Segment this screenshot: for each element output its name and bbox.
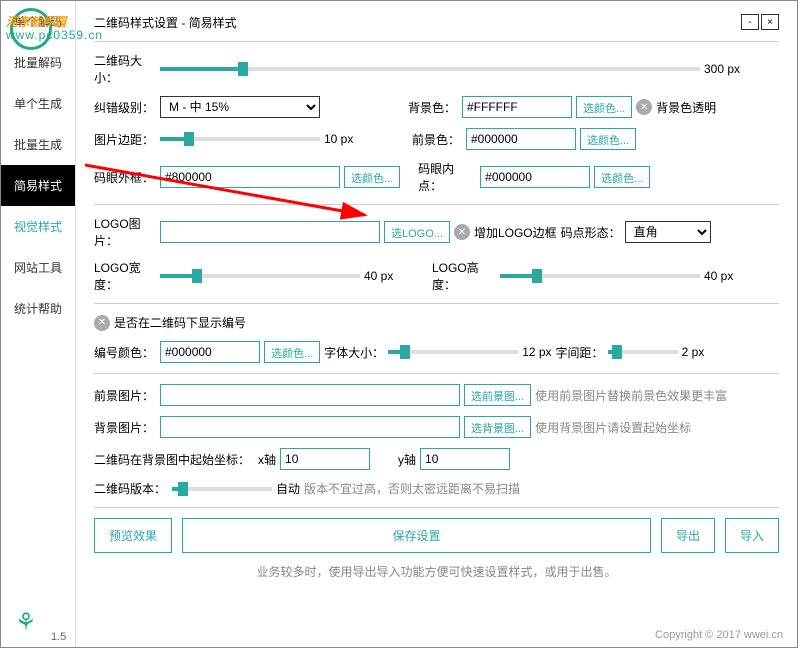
import-button[interactable]: 导入: [725, 518, 779, 553]
qrver-note: 版本不宜过高，否则太密远距离不易扫描: [304, 480, 520, 497]
coord-label: 二维码在背景图中起始坐标：: [94, 451, 254, 468]
show-number-toggle[interactable]: ✕: [94, 315, 110, 331]
fontsize-value: 12 px: [522, 345, 551, 359]
logoimg-label: LOGO图片：: [94, 215, 156, 249]
spacing-label: 字间距：: [556, 344, 604, 361]
eyeout-label: 码眼外框：: [94, 169, 156, 186]
copyright: Copyright © 2017 wwei.cn: [655, 629, 783, 641]
sidebar: 单个解码 批量解码 单个生成 批量生成 简易样式 视觉样式 网站工具 统计帮助: [1, 1, 76, 647]
bgcolor-label: 背景色：: [408, 99, 458, 116]
eyeout-input[interactable]: [160, 166, 340, 188]
error-label: 纠错级别：: [94, 99, 156, 116]
coord-x-input[interactable]: [280, 448, 370, 470]
show-number-label: 是否在二维码下显示编号: [114, 314, 246, 331]
fgimg-input[interactable]: [160, 384, 460, 406]
coord-x-label: x轴: [258, 451, 276, 468]
qrver-slider[interactable]: [172, 481, 272, 497]
numcolor-label: 编号颜色：: [94, 344, 156, 361]
sidebar-item-visual-style[interactable]: 视觉样式: [1, 206, 75, 247]
bgcolor-input[interactable]: [462, 96, 572, 118]
logow-label: LOGO宽度：: [94, 259, 156, 293]
preview-button[interactable]: 预览效果: [94, 518, 172, 553]
logow-slider[interactable]: [160, 268, 360, 284]
bgimg-pick-button[interactable]: 选背景图...: [464, 416, 531, 438]
fgimg-note: 使用前景图片替换前景色效果更丰富: [535, 387, 727, 404]
numcolor-input[interactable]: [160, 341, 260, 363]
minimize-button[interactable]: -: [741, 14, 759, 30]
fgcolor-input[interactable]: [466, 128, 576, 150]
sidebar-item-single-gen[interactable]: 单个生成: [1, 83, 75, 124]
bgimg-note: 使用背景图片请设置起始坐标: [535, 419, 691, 436]
eyeout-pick-button[interactable]: 选颜色...: [344, 166, 400, 188]
logoimg-input[interactable]: [160, 221, 380, 243]
margin-label: 图片边距：: [94, 131, 156, 148]
sidebar-item-batch-gen[interactable]: 批量生成: [1, 124, 75, 165]
error-select[interactable]: M - 中 15%: [160, 96, 320, 118]
sidebar-item-stats-help[interactable]: 统计帮助: [1, 288, 75, 329]
fontsize-label: 字体大小：: [324, 344, 384, 361]
bgcolor-transparent-toggle[interactable]: ✕: [636, 99, 652, 115]
bgimg-input[interactable]: [160, 416, 460, 438]
coord-y-label: y轴: [398, 451, 416, 468]
logoimg-pick-button[interactable]: 选LOGO...: [384, 221, 450, 243]
size-slider[interactable]: [160, 61, 700, 77]
sidebar-item-web-tools[interactable]: 网站工具: [1, 247, 75, 288]
dot-shape-select[interactable]: 直角: [625, 221, 711, 243]
sprout-icon: ⚘: [15, 608, 37, 637]
qrver-auto: 自动: [276, 480, 300, 497]
fgimg-pick-button[interactable]: 选前景图...: [464, 384, 531, 406]
bgcolor-transparent-label: 背景色透明: [656, 99, 716, 116]
tip-text: 业务较多时，使用导出导入功能方便可快速设置样式，或用于出售。: [94, 563, 779, 580]
coord-y-input[interactable]: [420, 448, 510, 470]
spacing-value: 2 px: [682, 345, 705, 359]
margin-value: 10 px: [324, 132, 364, 146]
numcolor-pick-button[interactable]: 选颜色...: [264, 341, 320, 363]
margin-slider[interactable]: [160, 131, 320, 147]
bgimg-label: 背景图片：: [94, 419, 156, 436]
logoh-value: 40 px: [704, 269, 733, 283]
logow-value: 40 px: [364, 269, 404, 283]
qrver-label: 二维码版本：: [94, 480, 168, 497]
fgimg-label: 前景图片：: [94, 387, 156, 404]
export-button[interactable]: 导出: [661, 518, 715, 553]
fgcolor-pick-button[interactable]: 选颜色...: [580, 128, 636, 150]
size-value: 300 px: [704, 62, 740, 76]
spacing-slider[interactable]: [608, 344, 678, 360]
sidebar-item-simple-style[interactable]: 简易样式: [1, 165, 75, 206]
bgcolor-pick-button[interactable]: 选颜色...: [576, 96, 632, 118]
fontsize-slider[interactable]: [388, 344, 518, 360]
page-title: 二维码样式设置 - 简易样式: [94, 14, 237, 31]
eyein-label: 码眼内点：: [418, 160, 476, 194]
version-label: 1.5: [51, 631, 66, 643]
logo-border-toggle[interactable]: ✕: [454, 224, 470, 240]
dot-shape-label: 码点形态：: [561, 224, 621, 241]
save-button[interactable]: 保存设置: [182, 518, 651, 553]
fgcolor-label: 前景色：: [412, 131, 462, 148]
size-label: 二维码大小：: [94, 52, 156, 86]
eyein-pick-button[interactable]: 选颜色...: [594, 166, 650, 188]
logoh-label: LOGO高度：: [432, 259, 496, 293]
logoh-slider[interactable]: [500, 268, 700, 284]
close-button[interactable]: ×: [761, 14, 779, 30]
eyein-input[interactable]: [480, 166, 590, 188]
logo-border-label: 增加LOGO边框: [474, 224, 557, 241]
